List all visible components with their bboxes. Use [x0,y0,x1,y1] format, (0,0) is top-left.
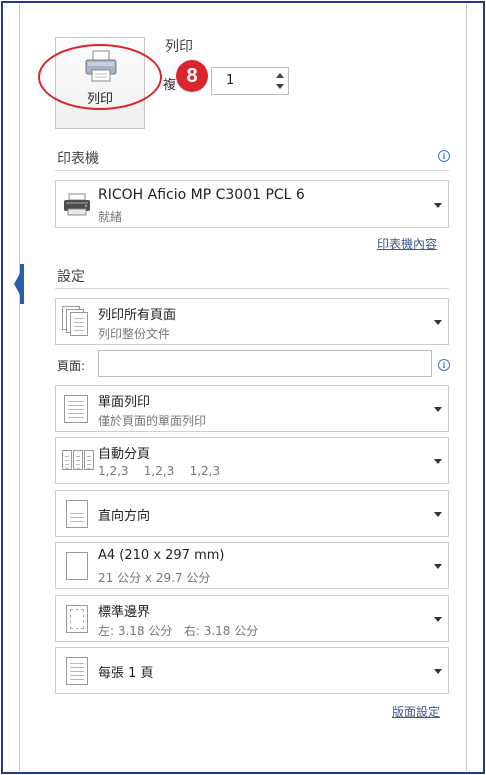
info-icon[interactable]: i [438,359,450,371]
margins-subtitle: 左: 3.18 公分 右: 3.18 公分 [98,624,259,638]
sides-title: 單面列印 [98,395,151,410]
one-sided-icon [62,393,92,425]
chevron-down-icon [434,203,442,208]
portrait-icon [62,498,92,530]
settings-section-title: 設定 [57,269,85,285]
chevron-down-icon [434,617,442,622]
print-button-label: 列印 [86,92,113,107]
orientation-title: 直向方向 [98,509,151,524]
chevron-down-icon [434,669,442,674]
print-range-title: 列印所有頁面 [98,308,177,323]
chevron-down-icon [434,459,442,464]
margins-title: 標準邊界 [98,605,151,620]
collate-title: 自動分頁 [98,447,151,462]
sides-subtitle: 僅於頁面的單面列印 [98,414,207,428]
pages-per-sheet-icon [62,655,92,687]
chevron-down-icon [434,512,442,517]
sides-dropdown[interactable]: 單面列印 僅於頁面的單面列印 [55,385,449,432]
chevron-down-icon [434,320,442,325]
spin-up-icon[interactable] [276,73,284,78]
pages-input[interactable] [98,350,432,377]
chevron-down-icon [434,564,442,569]
paper-size-icon [62,550,92,582]
pages-icon [62,306,92,338]
print-section-title: 列印 [165,39,193,55]
print-button[interactable]: 列印 [55,37,145,129]
page-setup-link[interactable]: 版面設定 [392,703,440,720]
copies-label: 複 [163,78,177,93]
info-icon[interactable]: i [438,150,450,162]
paper-size-title: A4 (210 x 297 mm) [98,548,225,563]
pages-per-sheet-dropdown[interactable]: 每張 1 頁 [55,647,449,694]
copies-stepper[interactable]: 1 [211,67,289,95]
printer-status: 就緒 [98,210,123,224]
collate-subtitle: 1,2,3 1,2,3 1,2,3 [98,464,221,478]
paper-size-subtitle: 21 公分 x 29.7 公分 [98,571,211,585]
divider [55,170,449,171]
divider [55,288,449,289]
margins-icon [62,603,92,635]
printer-icon [85,50,117,82]
pages-label: 頁面: [57,359,86,373]
print-range-dropdown[interactable]: 列印所有頁面 列印整份文件 [55,298,449,345]
chevron-down-icon [434,407,442,412]
orientation-dropdown[interactable]: 直向方向 [55,490,449,537]
print-range-subtitle: 列印整份文件 [98,327,171,341]
printer-name: RICOH Aficio MP C3001 PCL 6 [98,187,305,203]
backstage-tab-pointer [14,266,24,302]
collate-dropdown[interactable]: 自動分頁 1,2,3 1,2,3 1,2,3 [55,437,449,484]
printer-dropdown[interactable]: RICOH Aficio MP C3001 PCL 6 就緒 [55,180,449,228]
step-badge: 8 [176,60,208,92]
spin-down-icon[interactable] [276,84,284,89]
paper-size-dropdown[interactable]: A4 (210 x 297 mm) 21 公分 x 29.7 公分 [55,542,449,589]
printer-device-icon [64,193,90,216]
printer-section-title: 印表機 [57,151,99,167]
printer-properties-link[interactable]: 印表機內容 [377,235,437,252]
margins-dropdown[interactable]: 標準邊界 左: 3.18 公分 右: 3.18 公分 [55,595,449,642]
copies-value: 1 [226,73,235,88]
collate-icon [62,450,96,474]
pages-per-sheet-title: 每張 1 頁 [98,666,154,681]
